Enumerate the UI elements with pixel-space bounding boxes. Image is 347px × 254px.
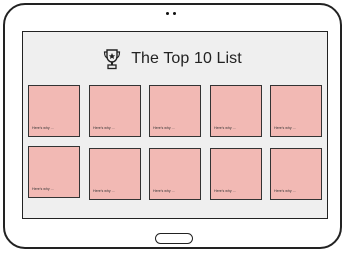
home-button[interactable] [155, 233, 193, 244]
list-item-label: Here's why ... [153, 126, 175, 130]
list-item-label: Here's why ... [214, 126, 236, 130]
page-header: The Top 10 List [23, 44, 327, 74]
list-item[interactable]: Here's why ... [210, 85, 262, 137]
list-item-label: Here's why ... [214, 189, 236, 193]
camera-dot-icon [173, 12, 176, 15]
list-item-label: Here's why ... [32, 187, 54, 191]
list-item-label: Here's why ... [274, 189, 296, 193]
list-item[interactable]: Here's why ... [89, 85, 141, 137]
list-item[interactable]: Here's why ... [28, 85, 80, 137]
page-title: The Top 10 List [131, 50, 242, 67]
list-item-label: Here's why ... [93, 189, 115, 193]
list-item[interactable]: Here's why ... [28, 146, 80, 198]
list-item[interactable]: Here's why ... [210, 148, 262, 200]
list-item[interactable]: Here's why ... [270, 148, 322, 200]
list-item[interactable]: Here's why ... [149, 85, 201, 137]
list-item-label: Here's why ... [274, 126, 296, 130]
camera-dot-icon [166, 12, 169, 15]
list-item-label: Here's why ... [153, 189, 175, 193]
list-item-label: Here's why ... [93, 126, 115, 130]
list-item[interactable]: Here's why ... [270, 85, 322, 137]
list-item-label: Here's why ... [32, 126, 54, 130]
list-item[interactable]: Here's why ... [149, 148, 201, 200]
trophy-icon [104, 49, 121, 70]
list-item[interactable]: Here's why ... [89, 148, 141, 200]
tablet-screen: The Top 10 List Here's why ... Here's wh… [22, 31, 328, 219]
